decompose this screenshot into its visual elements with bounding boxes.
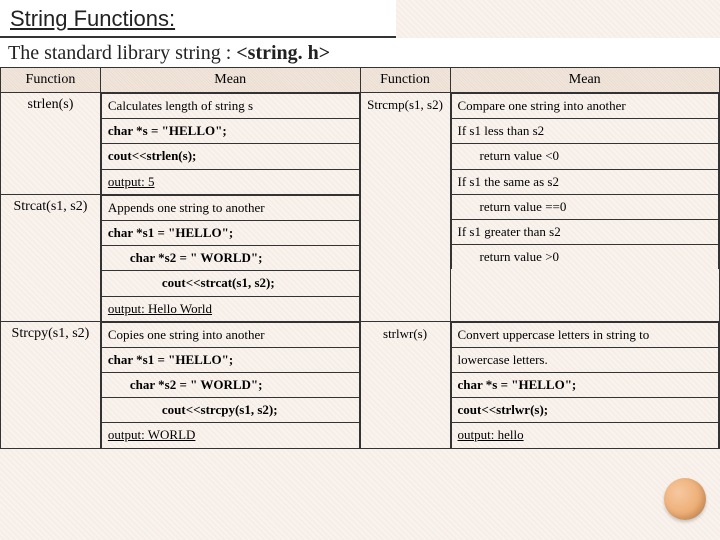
- cell-text: If s1 the same as s2: [451, 169, 719, 194]
- table-row: Strcpy(s1, s2) Copies one string into an…: [1, 321, 720, 448]
- func-strcat-mean: Appends one string to another char *s1 =…: [100, 194, 360, 321]
- cell-code: cout<<strcpy(s1, s2);: [101, 398, 359, 423]
- cell-code: cout<<strlen(s);: [101, 144, 359, 169]
- func-strcmp-name: Strcmp(s1, s2): [360, 93, 450, 322]
- cell-text: If s1 greater than s2: [451, 219, 719, 244]
- cell-text: return value >0: [451, 245, 719, 270]
- func-strcpy-name: Strcpy(s1, s2): [1, 321, 101, 448]
- cell-code: char *s = "HELLO";: [101, 119, 359, 144]
- cell-code: cout<<strcat(s1, s2);: [101, 271, 359, 296]
- header-function-right: Function: [360, 68, 450, 93]
- func-strcat-name: Strcat(s1, s2): [1, 194, 101, 321]
- cell-output: output: Hello World: [101, 296, 359, 321]
- cell-text: lowercase letters.: [451, 347, 719, 372]
- cell-code: cout<<strlwr(s);: [451, 398, 719, 423]
- inner-table: Copies one string into another char *s1 …: [101, 322, 360, 448]
- cell-text: If s1 less than s2: [451, 119, 719, 144]
- functions-table: Function Mean Function Mean strlen(s) Ca…: [0, 67, 720, 449]
- cell-output: output: hello: [451, 423, 719, 448]
- decorative-circle: [664, 478, 706, 520]
- cell-text: return value ==0: [451, 194, 719, 219]
- page-title: String Functions:: [10, 6, 175, 31]
- table-header-row: Function Mean Function Mean: [1, 68, 720, 93]
- subtitle-emph: <string. h>: [236, 42, 330, 64]
- cell-output: output: 5: [101, 169, 359, 194]
- func-strlwr-mean: Convert uppercase letters in string to l…: [450, 321, 720, 448]
- inner-table: Compare one string into another If s1 le…: [451, 93, 720, 269]
- cell-code: char *s2 = " WORLD";: [101, 373, 359, 398]
- inner-table: Calculates length of string s char *s = …: [101, 93, 360, 194]
- inner-table: Convert uppercase letters in string to l…: [451, 322, 720, 448]
- cell-code: char *s2 = " WORLD";: [101, 246, 359, 271]
- subtitle: The standard library string : <string. h…: [8, 42, 330, 64]
- func-strlwr-name: strlwr(s): [360, 321, 450, 448]
- cell-text: Compare one string into another: [451, 94, 719, 119]
- func-strlen-mean: Calculates length of string s char *s = …: [100, 93, 360, 195]
- title-bar: String Functions:: [0, 0, 396, 38]
- cell-text: Convert uppercase letters in string to: [451, 322, 719, 347]
- cell-text: Appends one string to another: [101, 195, 359, 220]
- cell-text: return value <0: [451, 144, 719, 169]
- func-strlen-name: strlen(s): [1, 93, 101, 195]
- header-mean-left: Mean: [100, 68, 360, 93]
- header-mean-right: Mean: [450, 68, 720, 93]
- table-row: strlen(s) Calculates length of string s …: [1, 93, 720, 195]
- func-strcmp-mean: Compare one string into another If s1 le…: [450, 93, 720, 322]
- inner-table: Appends one string to another char *s1 =…: [101, 195, 360, 321]
- cell-code: char *s = "HELLO";: [451, 373, 719, 398]
- cell-text: Calculates length of string s: [101, 94, 359, 119]
- subtitle-bar: The standard library string : <string. h…: [0, 38, 720, 67]
- func-strcpy-mean: Copies one string into another char *s1 …: [100, 321, 360, 448]
- cell-code: char *s1 = "HELLO";: [101, 347, 359, 372]
- subtitle-prefix: The standard library string :: [8, 42, 236, 64]
- cell-text: Copies one string into another: [101, 322, 359, 347]
- cell-code: char *s1 = "HELLO";: [101, 220, 359, 245]
- header-function-left: Function: [1, 68, 101, 93]
- cell-output: output: WORLD: [101, 423, 359, 448]
